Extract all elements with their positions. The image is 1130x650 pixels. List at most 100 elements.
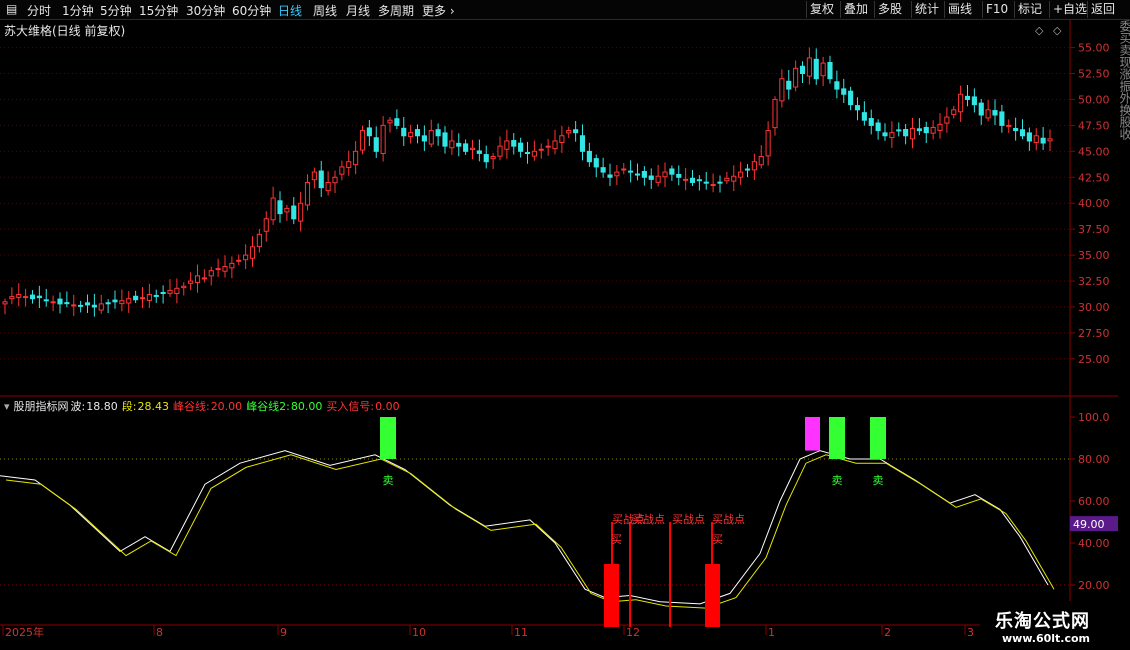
period-tab-5[interactable]: 60分钟 [232, 2, 271, 19]
candle-body [648, 175, 654, 180]
period-tab-3[interactable]: 15分钟 [139, 2, 178, 19]
toolbar-button-6[interactable]: 标记 [1014, 1, 1045, 18]
candle-body [875, 122, 881, 132]
candle-body [188, 280, 194, 284]
candle-body [820, 62, 826, 77]
toolbar-button-0[interactable]: 复权 [806, 1, 837, 18]
indicator-name[interactable]: 股朋指标网 [14, 400, 69, 413]
sell-signal-bar [380, 417, 396, 459]
side-label: 股 [1118, 116, 1130, 128]
candle-body [339, 166, 345, 175]
price-tick-label: 35.00 [1078, 249, 1110, 262]
candle-body [346, 161, 352, 168]
candle-body [634, 173, 641, 176]
candle-body [167, 289, 173, 294]
candle-body [387, 119, 393, 124]
candle-body [456, 142, 462, 147]
price-tick-label: 27.50 [1078, 327, 1110, 340]
candle-body [29, 294, 36, 300]
candle-body [614, 171, 620, 177]
candle-body [930, 126, 936, 134]
candle-body [799, 65, 806, 75]
price-tick-label: 47.50 [1078, 119, 1110, 132]
buy-label: 买 [712, 533, 723, 546]
toolbar-button-5[interactable]: F10 [982, 1, 1011, 18]
candle-body [469, 147, 476, 150]
period-tab-0[interactable]: 分时 [27, 2, 51, 19]
candle-body [772, 98, 778, 129]
side-label: 振 [1118, 80, 1130, 92]
ind-tick-label: 100.0 [1078, 411, 1110, 424]
candle-body [139, 297, 146, 300]
price-tick-label: 55.00 [1078, 42, 1110, 55]
candle-body [263, 218, 269, 232]
side-label: 委 [1118, 20, 1130, 32]
candle-body [573, 129, 579, 134]
candle-body [64, 302, 70, 305]
candle-body [861, 112, 867, 121]
candle-body [160, 292, 166, 295]
candle-body [793, 67, 799, 88]
candle-body [359, 130, 366, 151]
toolbar-button-8[interactable]: 返回 [1087, 1, 1118, 18]
candle-body [353, 150, 359, 166]
buy-point-label: 买战点 [672, 513, 705, 526]
candle-body [964, 95, 971, 100]
toolbar-button-4[interactable]: 画线 [944, 1, 975, 18]
candle-body [655, 175, 661, 183]
chart-area[interactable]: 55.00 52.50 50.00 47.50 45.00 42.50 40.00 37.50… [0, 20, 1130, 650]
toolbar-button-1[interactable]: 叠加 [840, 1, 871, 18]
period-tab-1[interactable]: 1分钟 [62, 2, 94, 19]
collapse-icon[interactable]: ▾ [4, 400, 10, 413]
side-label: 收 [1118, 128, 1130, 140]
period-tab-7[interactable]: 周线 [313, 2, 337, 19]
candle-body [222, 266, 228, 272]
buy-signal-value: 0.00 [375, 400, 400, 413]
x-tick-label: 10 [412, 626, 426, 639]
candle-body [98, 303, 104, 311]
candle-body [944, 116, 950, 124]
candle-body [2, 301, 8, 305]
candle-body [284, 207, 290, 213]
price-tick-label: 25.00 [1078, 353, 1110, 366]
wave-line [0, 450, 1049, 605]
period-tab-8[interactable]: 月线 [346, 2, 370, 19]
candle-body [813, 58, 819, 80]
side-label: 换 [1118, 104, 1130, 116]
period-toolbar: 分时 1分钟 5分钟 15分钟 30分钟 60分钟 日线 周线 月线 多周期 更多 › ▤ 复权 叠加 多股… [0, 0, 1130, 20]
period-tab-2[interactable]: 5分钟 [100, 2, 132, 19]
candle-body [717, 181, 723, 184]
period-tab-10[interactable]: 更多 › [422, 2, 455, 19]
candle-body [765, 130, 771, 157]
candle-body [669, 168, 675, 175]
sell-label: 卖 [383, 474, 394, 487]
toolbar-button-7[interactable]: +自选 [1049, 1, 1090, 18]
period-tab-9[interactable]: 多周期 [378, 2, 414, 19]
candle-body [298, 202, 304, 222]
candle-body [999, 111, 1005, 126]
indicator-header: ▾ 股朋指标网 波:18.80 段:28.43 峰谷线:20.00 峰谷线2:80.00 买… [4, 398, 404, 414]
candle-body [923, 126, 929, 134]
toolbar-button-3[interactable]: 统计 [911, 1, 942, 18]
period-tab-4[interactable]: 30分钟 [186, 2, 225, 19]
candle-body [511, 140, 517, 147]
price-tick-label: 52.50 [1078, 68, 1110, 81]
toolbar-button-2[interactable]: 多股 [874, 1, 905, 18]
value-badge: 49.00 [1073, 518, 1105, 531]
candle-body [868, 118, 874, 126]
period-tab-6[interactable]: 日线 [278, 2, 302, 19]
ind-tick-label: 60.00 [1078, 495, 1110, 508]
candle-body [641, 171, 647, 178]
candle-body [208, 270, 214, 277]
candle-body [497, 145, 503, 157]
candle-body [518, 142, 524, 152]
segment-value: 28.43 [137, 400, 169, 413]
candle-body [531, 150, 537, 157]
side-quote-panel: 委买卖现涨振外换股收 [1118, 20, 1130, 395]
candle-body [243, 254, 249, 261]
menu-icon[interactable]: ▤ [6, 2, 17, 16]
candle-body [16, 294, 22, 298]
candle-body [153, 294, 159, 297]
watermark-logo: 乐淘公式网 www.60lt.com [980, 601, 1130, 650]
candle-body [538, 148, 544, 151]
